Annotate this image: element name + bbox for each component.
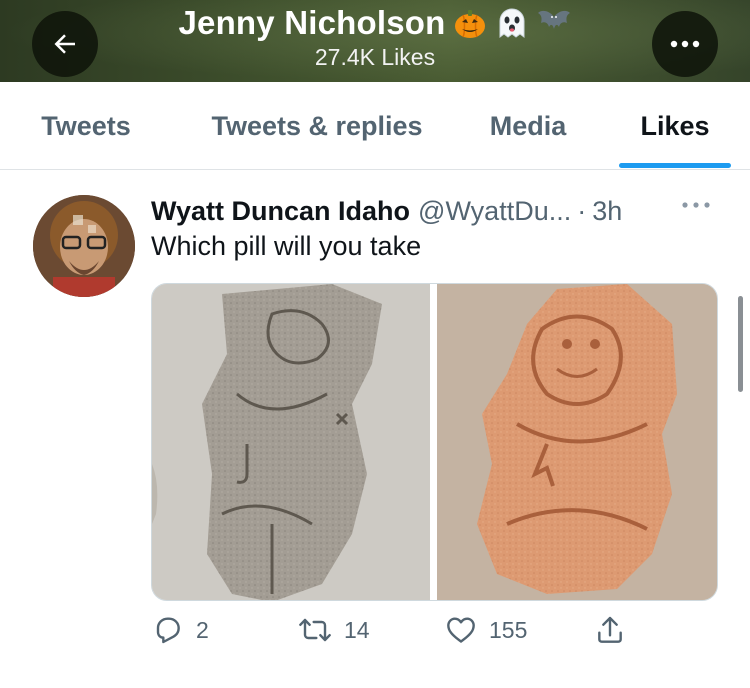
like-count: 155 <box>489 616 528 643</box>
media-divider <box>430 284 437 600</box>
grey-pill-image <box>152 284 430 600</box>
more-horizontal-icon <box>670 40 700 48</box>
tweet-more-button[interactable] <box>680 197 712 215</box>
arrow-left-icon <box>54 34 75 54</box>
more-options-button[interactable] <box>652 11 718 77</box>
tweet-actions: 2 14 155 <box>0 614 750 658</box>
retweet-count: 14 <box>344 616 370 643</box>
media-image-grey-pill[interactable] <box>152 284 430 600</box>
tab-likes[interactable]: Likes <box>622 82 728 170</box>
avatar[interactable] <box>33 195 135 297</box>
profile-name: Jenny Nicholson <box>178 4 446 41</box>
tweet-header: Wyatt Duncan Idaho @WyattDu... · 3h <box>151 193 622 229</box>
header-titles: Jenny Nicholson 27.4K Likes <box>150 4 600 71</box>
retweet-button[interactable]: 14 <box>298 614 370 646</box>
separator: · <box>577 195 587 226</box>
reply-icon <box>156 617 180 644</box>
pumpkin-emoji-icon <box>454 10 485 38</box>
orange-pill-image <box>437 284 717 600</box>
like-button[interactable]: 155 <box>445 614 527 646</box>
reply-count: 2 <box>196 616 209 643</box>
heart-icon <box>447 617 475 643</box>
reply-button[interactable]: 2 <box>152 614 209 646</box>
tab-tweets-and-replies[interactable]: Tweets & replies <box>192 82 442 170</box>
tweet[interactable]: Wyatt Duncan Idaho @WyattDu... · 3h Whic… <box>0 171 750 688</box>
avatar-image <box>33 195 135 297</box>
ghost-emoji-icon <box>499 8 525 38</box>
bat-emoji-icon <box>537 10 570 29</box>
author-handle[interactable]: @WyattDu... <box>418 196 571 227</box>
scrollbar[interactable] <box>738 296 743 392</box>
more-horizontal-icon <box>682 202 710 208</box>
share-button[interactable] <box>594 614 626 646</box>
tweet-media[interactable] <box>151 283 718 601</box>
back-button[interactable] <box>32 11 98 77</box>
author-name[interactable]: Wyatt Duncan Idaho <box>151 196 410 227</box>
tab-tweets[interactable]: Tweets <box>24 82 148 170</box>
profile-tabs: Tweets Tweets & replies Media Likes <box>0 82 750 170</box>
tweet-timestamp[interactable]: 3h <box>592 196 622 227</box>
active-tab-indicator <box>619 163 731 168</box>
tweet-text: Which pill will you take <box>151 231 422 261</box>
profile-header: Jenny Nicholson 27.4K Likes <box>0 0 750 82</box>
media-image-orange-pill[interactable] <box>437 284 717 600</box>
retweet-icon <box>299 618 331 642</box>
tab-media[interactable]: Media <box>472 82 584 170</box>
share-icon <box>598 616 622 643</box>
likes-count: 27.4K Likes <box>314 44 436 70</box>
